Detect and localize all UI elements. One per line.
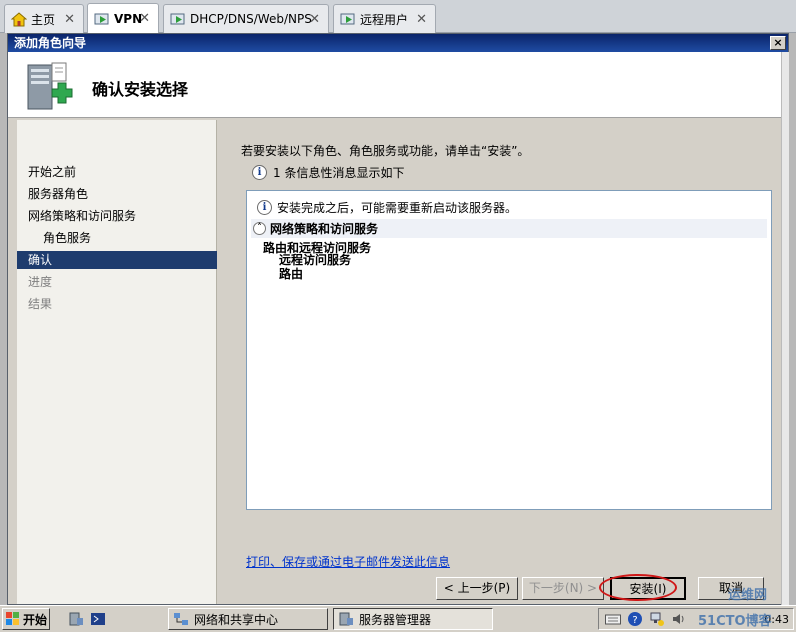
- server-install-icon: [22, 59, 74, 115]
- tab-label: 主页: [31, 12, 56, 27]
- powershell-icon[interactable]: [90, 612, 106, 626]
- server-manager-icon[interactable]: [68, 612, 84, 626]
- vm-icon: [340, 12, 356, 27]
- print-save-email-link[interactable]: 打印、保存或通过电子邮件发送此信息: [246, 553, 450, 570]
- close-button[interactable]: ×: [770, 36, 786, 50]
- info-count-text: 1 条信息性消息显示如下: [273, 166, 405, 180]
- watermark: 运维网 51CTO博客: [690, 582, 794, 632]
- info-icon: i: [252, 165, 267, 180]
- wizard-content: 若要安装以下角色、角色服务或功能，请单击“安装”。 i 1 条信息性消息显示如下…: [222, 120, 778, 604]
- close-icon[interactable]: ✕: [139, 11, 150, 26]
- tab-vpn[interactable]: VPN ✕: [87, 3, 159, 34]
- info-icon: i: [257, 200, 272, 215]
- restart-notice: i 安装完成之后，可能需要重新启动该服务器。: [257, 199, 517, 216]
- instruction-text: 若要安装以下角色、角色服务或功能，请单击“安装”。: [241, 144, 530, 158]
- previous-button[interactable]: < 上一步(P): [436, 577, 518, 600]
- taskbar-item-network-center[interactable]: 网络和共享中心: [168, 608, 328, 630]
- tab-label: VPN: [114, 12, 143, 26]
- page-title: 确认安装选择: [92, 80, 189, 99]
- network-tray-icon[interactable]: [649, 612, 665, 626]
- add-roles-wizard-window: 添加角色向导 × 确认安装选择 开始之前 服务器角色 网络策略和访问服务 角色服…: [7, 33, 789, 606]
- taskbar-item-server-manager[interactable]: 服务器管理器: [333, 608, 493, 630]
- svg-text:?: ?: [632, 615, 637, 626]
- confirmation-details-box[interactable]: i 安装完成之后，可能需要重新启动该服务器。 ˄ 网络策略和访问服务 路由和远程…: [246, 190, 772, 510]
- tab-dhcp-dns-web-nps[interactable]: DHCP/DNS/Web/NPS ✕: [163, 4, 329, 33]
- watermark-line: 运维网: [728, 588, 768, 603]
- start-label: 开始: [23, 612, 48, 627]
- nav-step-nps[interactable]: 网络策略和访问服务: [17, 207, 217, 225]
- help-icon[interactable]: ?: [627, 611, 643, 627]
- vm-icon: [94, 12, 110, 27]
- vm-icon: [170, 12, 186, 27]
- taskbar-item-label: 网络和共享中心: [194, 612, 279, 627]
- nav-step-before-you-begin[interactable]: 开始之前: [17, 163, 217, 181]
- chevron-up-icon[interactable]: ˄: [253, 222, 266, 235]
- server-manager-icon: [338, 612, 354, 626]
- tab-remote-user[interactable]: 远程用户 ✕: [333, 4, 436, 33]
- wizard-title-bar[interactable]: 添加角色向导 ×: [8, 34, 788, 52]
- wizard-title: 添加角色向导: [14, 36, 87, 50]
- role-section-header[interactable]: ˄ 网络策略和访问服务: [251, 219, 767, 238]
- nav-step-progress: 进度: [28, 275, 53, 289]
- nav-step-results: 结果: [28, 297, 53, 311]
- nav-step-confirmation[interactable]: 确认: [17, 251, 217, 269]
- home-icon: [11, 11, 27, 27]
- close-icon[interactable]: ✕: [64, 12, 75, 27]
- tab-label: 远程用户: [360, 12, 409, 27]
- close-icon[interactable]: ✕: [416, 12, 427, 27]
- restart-notice-text: 安装完成之后，可能需要重新启动该服务器。: [277, 201, 518, 215]
- close-icon[interactable]: ✕: [309, 12, 320, 27]
- window-edge-scrollbar[interactable]: [781, 52, 789, 606]
- role-service-item: 路由: [279, 267, 304, 281]
- start-button[interactable]: 开始: [2, 608, 50, 630]
- role-name: 网络策略和访问服务: [270, 222, 379, 236]
- next-button: 下一步(N) >: [522, 577, 604, 600]
- taskbar-item-label: 服务器管理器: [359, 612, 432, 627]
- watermark-line: 51CTO博客: [698, 614, 772, 629]
- tab-label: DHCP/DNS/Web/NPS: [190, 12, 312, 26]
- wizard-step-nav: 开始之前 服务器角色 网络策略和访问服务 角色服务 确认 进度 结果: [17, 120, 217, 604]
- keyboard-icon[interactable]: [605, 613, 621, 625]
- network-icon: [173, 612, 189, 626]
- info-summary: i 1 条信息性消息显示如下: [252, 164, 404, 181]
- wizard-header: 确认安装选择: [8, 52, 788, 118]
- nav-step-role-services[interactable]: 角色服务: [17, 229, 217, 247]
- highlight-annotation: [599, 574, 677, 601]
- tab-home[interactable]: 主页 ✕: [4, 4, 84, 33]
- taskbar: 开始 网络和共享中心 服务器管理器 ? 0:43: [0, 605, 796, 632]
- nav-step-server-roles[interactable]: 服务器角色: [17, 185, 217, 203]
- windows-logo-icon: [6, 612, 20, 626]
- vm-tab-strip: 主页 ✕ VPN ✕ DHCP/DNS/Web/NPS ✕ 远程用户 ✕: [0, 0, 796, 34]
- volume-icon[interactable]: [671, 612, 687, 626]
